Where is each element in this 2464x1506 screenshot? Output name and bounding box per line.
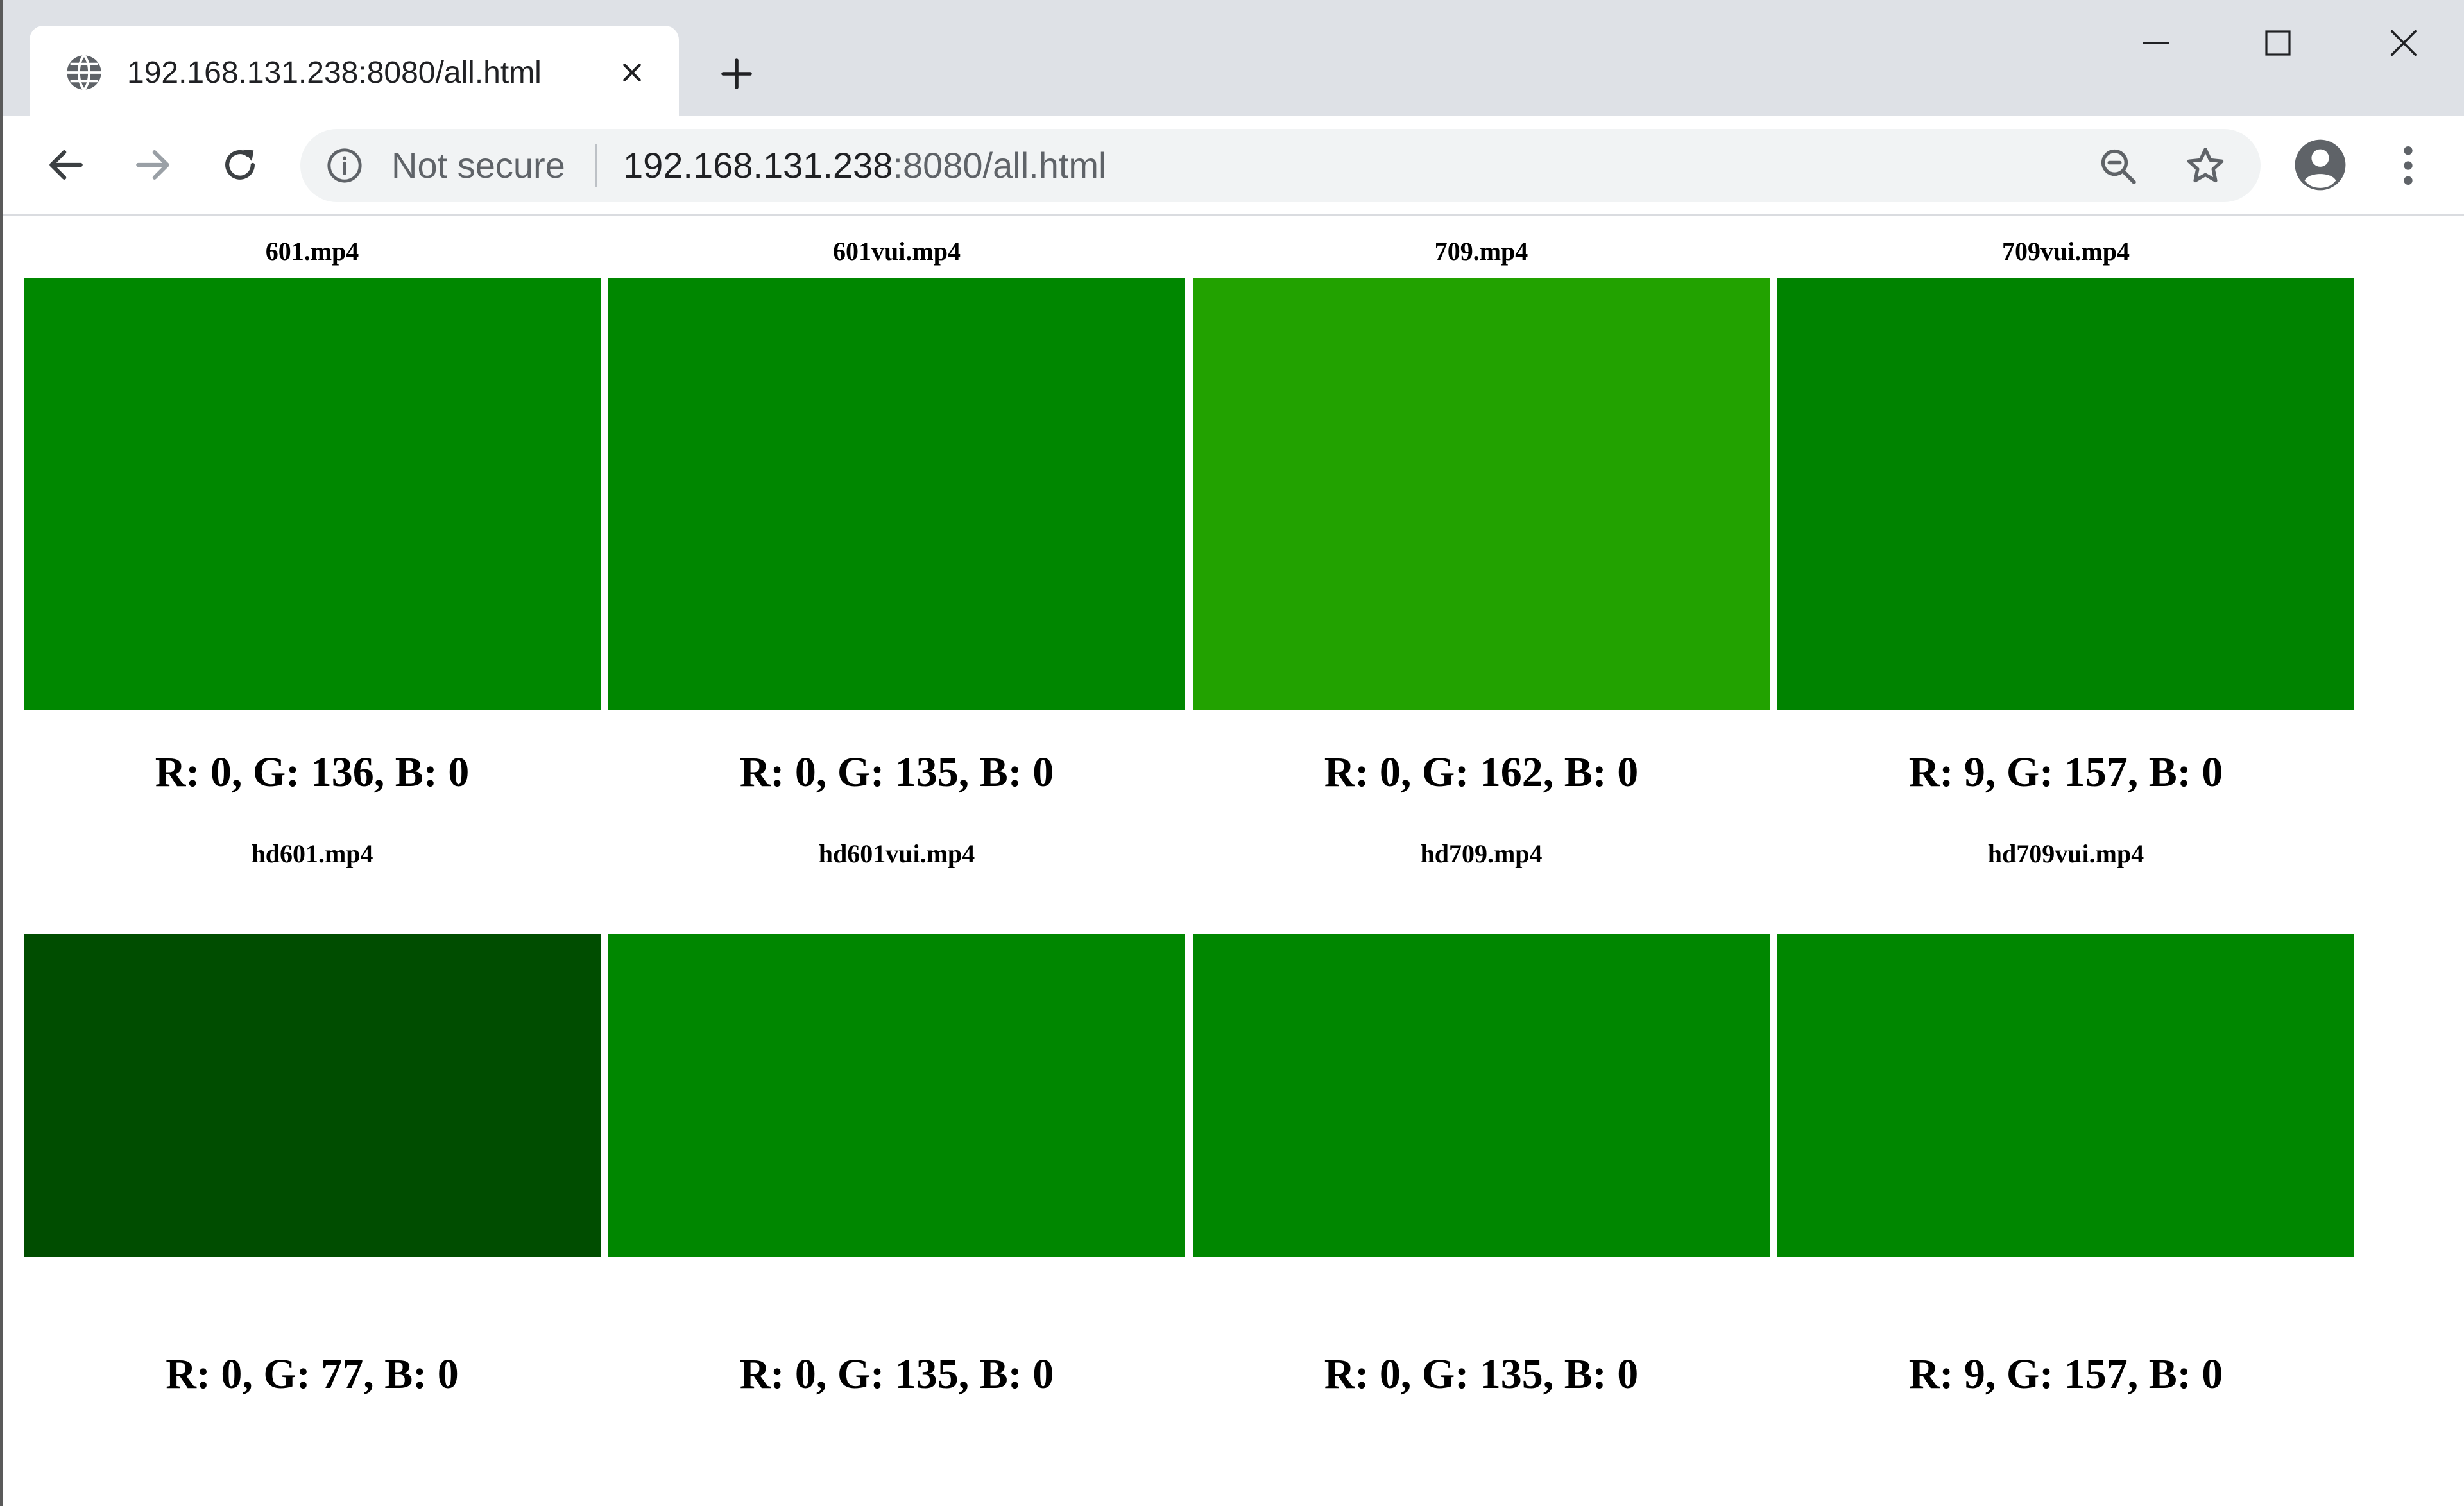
video-filename: hd601.mp4 bbox=[251, 839, 373, 868]
tab-close-icon[interactable] bbox=[612, 53, 652, 92]
url-path: :8080/all.html bbox=[893, 145, 1107, 185]
tab-strip: 192.168.131.238:8080/all.html bbox=[3, 0, 2464, 116]
toolbar: Not secure 192.168.131.238:8080/all.html bbox=[3, 116, 2464, 216]
account-icon[interactable] bbox=[2293, 137, 2348, 193]
video-frame[interactable] bbox=[1193, 278, 1770, 710]
video-frame[interactable] bbox=[1777, 278, 2354, 710]
globe-icon bbox=[64, 52, 105, 93]
zoom-out-icon[interactable] bbox=[2097, 145, 2139, 187]
window-close-icon[interactable] bbox=[2362, 19, 2445, 67]
tab-title: 192.168.131.238:8080/all.html bbox=[127, 56, 542, 90]
page-content: 601.mp4 R: 0, G: 136, B: 0 601vui.mp4 R:… bbox=[3, 216, 2464, 1506]
omnibox-divider bbox=[595, 144, 597, 187]
browser-window: 192.168.131.238:8080/all.html Not secure… bbox=[0, 0, 2464, 1506]
rgb-readout: R: 0, G: 135, B: 0 bbox=[739, 1351, 1054, 1398]
video-filename: 709.mp4 bbox=[1434, 237, 1528, 266]
rgb-readout: R: 0, G: 135, B: 0 bbox=[1324, 1351, 1639, 1398]
video-frame[interactable] bbox=[608, 934, 1185, 1257]
video-filename: 601vui.mp4 bbox=[833, 237, 961, 266]
video-filename: hd709vui.mp4 bbox=[1987, 839, 2144, 868]
url-host: 192.168.131.238 bbox=[623, 145, 893, 185]
rgb-readout: R: 9, G: 157, B: 0 bbox=[1908, 1351, 2223, 1398]
video-frame[interactable] bbox=[1193, 934, 1770, 1257]
url-text[interactable]: 192.168.131.238:8080/all.html bbox=[623, 145, 1107, 186]
video-filename: hd601vui.mp4 bbox=[818, 839, 975, 868]
tab-all-html[interactable]: 192.168.131.238:8080/all.html bbox=[30, 26, 679, 116]
rgb-readout: R: 9, G: 157, B: 0 bbox=[1908, 749, 2223, 796]
rgb-readout: R: 0, G: 135, B: 0 bbox=[739, 749, 1054, 796]
video-filename: 601.mp4 bbox=[265, 237, 359, 266]
video-frame[interactable] bbox=[24, 278, 601, 710]
reload-icon[interactable] bbox=[214, 139, 266, 191]
video-filename: hd709.mp4 bbox=[1420, 839, 1543, 868]
security-status-label[interactable]: Not secure bbox=[391, 145, 565, 186]
back-arrow-icon[interactable] bbox=[40, 139, 92, 191]
forward-arrow-icon[interactable] bbox=[127, 139, 178, 191]
rgb-readout: R: 0, G: 136, B: 0 bbox=[155, 749, 470, 796]
address-bar[interactable]: Not secure 192.168.131.238:8080/all.html bbox=[300, 129, 2261, 202]
rgb-readout: R: 0, G: 77, B: 0 bbox=[166, 1351, 459, 1398]
more-vert-icon[interactable] bbox=[2390, 140, 2426, 191]
info-icon[interactable] bbox=[326, 147, 363, 184]
video-filename: 709vui.mp4 bbox=[2002, 237, 2130, 266]
new-tab-plus-icon[interactable] bbox=[714, 51, 759, 96]
video-frame[interactable] bbox=[1777, 934, 2354, 1257]
video-frame[interactable] bbox=[24, 934, 601, 1257]
video-frame[interactable] bbox=[608, 278, 1185, 710]
minimize-icon[interactable] bbox=[2114, 19, 2198, 67]
maximize-icon[interactable] bbox=[2236, 19, 2320, 67]
bookmark-star-icon[interactable] bbox=[2184, 144, 2227, 188]
rgb-readout: R: 0, G: 162, B: 0 bbox=[1324, 749, 1639, 796]
